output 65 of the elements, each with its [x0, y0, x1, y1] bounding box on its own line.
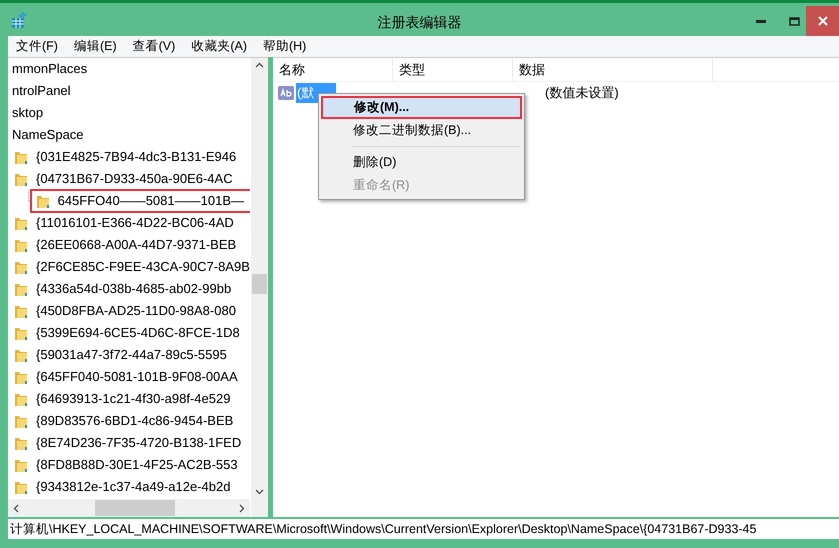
- tree-item[interactable]: mmonPlaces: [10, 59, 90, 79]
- minimize-icon: [756, 20, 766, 22]
- column-header[interactable]: 数据: [513, 58, 713, 81]
- menu-item[interactable]: 文件(F): [16, 37, 58, 56]
- chevron-up-icon[interactable]: [255, 62, 264, 68]
- menu-item[interactable]: 修改二进制数据(B)...: [321, 119, 522, 142]
- chevron-right-icon[interactable]: [239, 504, 245, 513]
- close-button[interactable]: [806, 6, 839, 36]
- tree-item[interactable]: {645FF040-5081-101B-9F08-00AA: [34, 367, 240, 387]
- folder-icon: [14, 435, 28, 451]
- tree-item[interactable]: {5399E694-6CE5-4D6C-8FCE-1D8: [34, 323, 242, 343]
- chevron-down-icon[interactable]: [255, 489, 264, 495]
- tree-connector-line: [28, 190, 32, 202]
- tree-item[interactable]: {8FD8B88D-30E1-4F25-AC2B-553: [34, 455, 240, 475]
- folder-icon: [14, 391, 28, 407]
- tree-item[interactable]: {031E4825-7B94-4dc3-B131-E946: [34, 147, 238, 167]
- folder-icon: [14, 347, 28, 363]
- string-value-icon: [278, 86, 294, 100]
- horizontal-scrollbar[interactable]: [8, 499, 250, 517]
- folder-icon: [14, 281, 28, 297]
- tree-item[interactable]: {8E74D236-7F35-4720-B138-1FED: [34, 433, 244, 453]
- folder-icon: [14, 325, 28, 341]
- tree-item[interactable]: {9343812e-1c37-4a49-a12e-4b2d: [34, 477, 232, 497]
- tree-item[interactable]: {26EE0668-A00A-44D7-9371-BEB: [34, 235, 238, 255]
- folder-icon: [14, 413, 28, 429]
- folder-icon: [14, 457, 28, 473]
- folder-icon: [14, 479, 28, 495]
- tree-item[interactable]: {04731B67-D933-450a-90E6-4AC: [34, 169, 235, 189]
- close-icon: [818, 16, 828, 26]
- folder-icon: [14, 171, 28, 187]
- menu-item[interactable]: 帮助(H): [262, 37, 306, 56]
- maximize-icon: [789, 16, 800, 26]
- folder-icon: [14, 215, 28, 231]
- tree-item[interactable]: {64693913-1c21-4f30-a98f-4e529: [34, 389, 232, 409]
- menu-item[interactable]: 查看(V): [132, 37, 176, 56]
- folder-icon: [36, 193, 50, 209]
- value-data: (数值未设置): [545, 84, 619, 102]
- status-bar: 计算机\HKEY_LOCAL_MACHINE\SOFTWARE\Microsoft\Windows\CurrentVersion\Explorer\Desktop\NameSpace\{04731B67-D933-45: [8, 519, 839, 539]
- menu-item[interactable]: 删除(D): [321, 151, 522, 174]
- tree-item[interactable]: 645FFO40——5081——101B—: [56, 191, 246, 211]
- folder-icon: [14, 149, 28, 165]
- tree-item[interactable]: {450D8FBA-AD25-11D0-98A8-080: [34, 301, 238, 321]
- folder-icon: [14, 259, 28, 275]
- scrollbar-thumb[interactable]: [252, 274, 267, 294]
- tree-item[interactable]: {2F6CE85C-F9EE-43CA-90C7-8A9B: [34, 257, 250, 277]
- column-header[interactable]: 类型: [393, 58, 513, 81]
- tree-item[interactable]: sktop: [10, 103, 46, 123]
- column-header[interactable]: 名称: [273, 58, 393, 81]
- menu-item[interactable]: 修改(M)...: [321, 96, 522, 119]
- folder-icon: [14, 369, 28, 385]
- scrollbar-thumb[interactable]: [95, 500, 175, 516]
- menu-item[interactable]: 收藏夹(A): [191, 37, 247, 56]
- tree-item[interactable]: {89D83576-6BD1-4c86-9454-BEB: [34, 411, 236, 431]
- tree-item[interactable]: {11016101-E366-4D22-BC06-4AD: [34, 213, 236, 233]
- tree-item[interactable]: NameSpace: [10, 125, 86, 145]
- tree-item[interactable]: ntrolPanel: [10, 81, 73, 101]
- tree-item[interactable]: {59031a47-3f72-44a7-89c5-5595: [34, 345, 229, 365]
- menu-item[interactable]: 编辑(E): [74, 37, 117, 56]
- folder-icon: [14, 303, 28, 319]
- chevron-left-icon[interactable]: [13, 504, 19, 513]
- tree-item[interactable]: {4336a54d-038b-4685-ab02-99bb: [34, 279, 234, 299]
- scrollbar-corner: [251, 499, 268, 517]
- folder-icon: [14, 237, 28, 253]
- vertical-scrollbar[interactable]: [251, 58, 268, 499]
- window-title: 注册表编辑器: [378, 13, 462, 32]
